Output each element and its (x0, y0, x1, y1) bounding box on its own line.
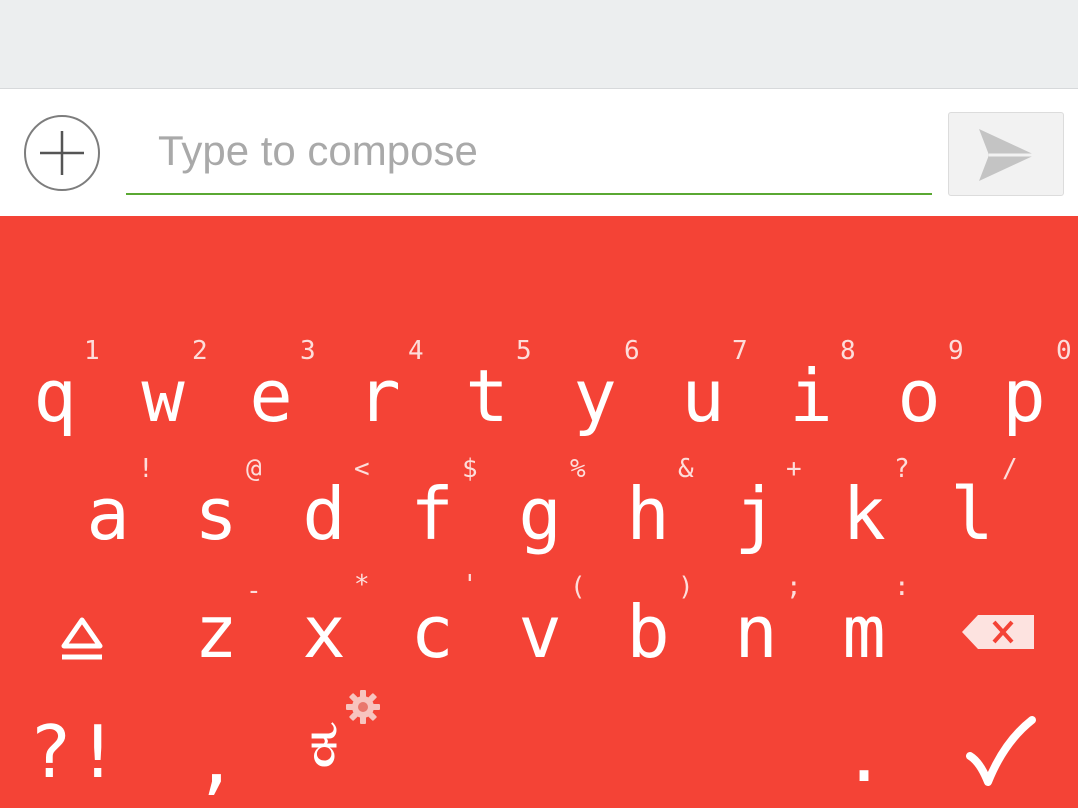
backspace-icon (962, 615, 1034, 649)
key-y[interactable]: y (541, 360, 649, 432)
key-d[interactable]: d (270, 478, 378, 550)
shift-key[interactable] (54, 610, 110, 666)
enter-key[interactable] (960, 712, 1040, 792)
hint-row3: ' (462, 570, 478, 600)
key-m[interactable]: m (810, 596, 918, 668)
plus-icon (40, 131, 84, 175)
spacebar[interactable] (400, 686, 820, 796)
key-r[interactable]: r (325, 360, 433, 432)
send-button[interactable] (948, 112, 1064, 196)
backspace-key[interactable] (958, 612, 1038, 652)
key-c[interactable]: c (378, 596, 486, 668)
key-g[interactable]: g (486, 478, 594, 550)
key-k[interactable]: k (810, 478, 918, 550)
key-p[interactable]: p (970, 360, 1078, 432)
key-f[interactable]: f (378, 478, 486, 550)
period-key[interactable]: . (810, 720, 918, 792)
status-area (0, 0, 1078, 88)
key-w[interactable]: w (109, 360, 217, 432)
key-q[interactable]: q (1, 360, 109, 432)
key-a[interactable]: a (54, 478, 162, 550)
hint-row3: * (354, 570, 370, 600)
keyboard: 1 2 3 4 5 6 7 8 9 0 ! @ < $ % & + ? / - … (0, 216, 1078, 808)
key-b[interactable]: b (594, 596, 702, 668)
key-l[interactable]: l (918, 478, 1026, 550)
key-o[interactable]: o (865, 360, 973, 432)
compose-input[interactable] (126, 109, 932, 195)
comma-key[interactable]: , (162, 724, 270, 796)
key-x[interactable]: x (270, 596, 378, 668)
shift-icon (61, 617, 103, 660)
compose-bar (0, 88, 1078, 216)
gear-icon (346, 690, 380, 724)
key-n[interactable]: n (702, 596, 810, 668)
key-v[interactable]: v (486, 596, 594, 668)
attach-button[interactable] (24, 115, 100, 191)
key-h[interactable]: h (594, 478, 702, 550)
key-i[interactable]: i (757, 360, 865, 432)
key-j[interactable]: j (702, 478, 810, 550)
key-z[interactable]: z (162, 596, 270, 668)
language-settings-key[interactable] (344, 688, 382, 726)
key-e[interactable]: e (217, 360, 325, 432)
key-u[interactable]: u (649, 360, 757, 432)
key-s[interactable]: s (162, 478, 270, 550)
key-t[interactable]: t (433, 360, 541, 432)
symbols-key[interactable]: ?! (22, 716, 130, 788)
send-icon (979, 129, 1035, 181)
checkmark-icon (966, 716, 1036, 786)
